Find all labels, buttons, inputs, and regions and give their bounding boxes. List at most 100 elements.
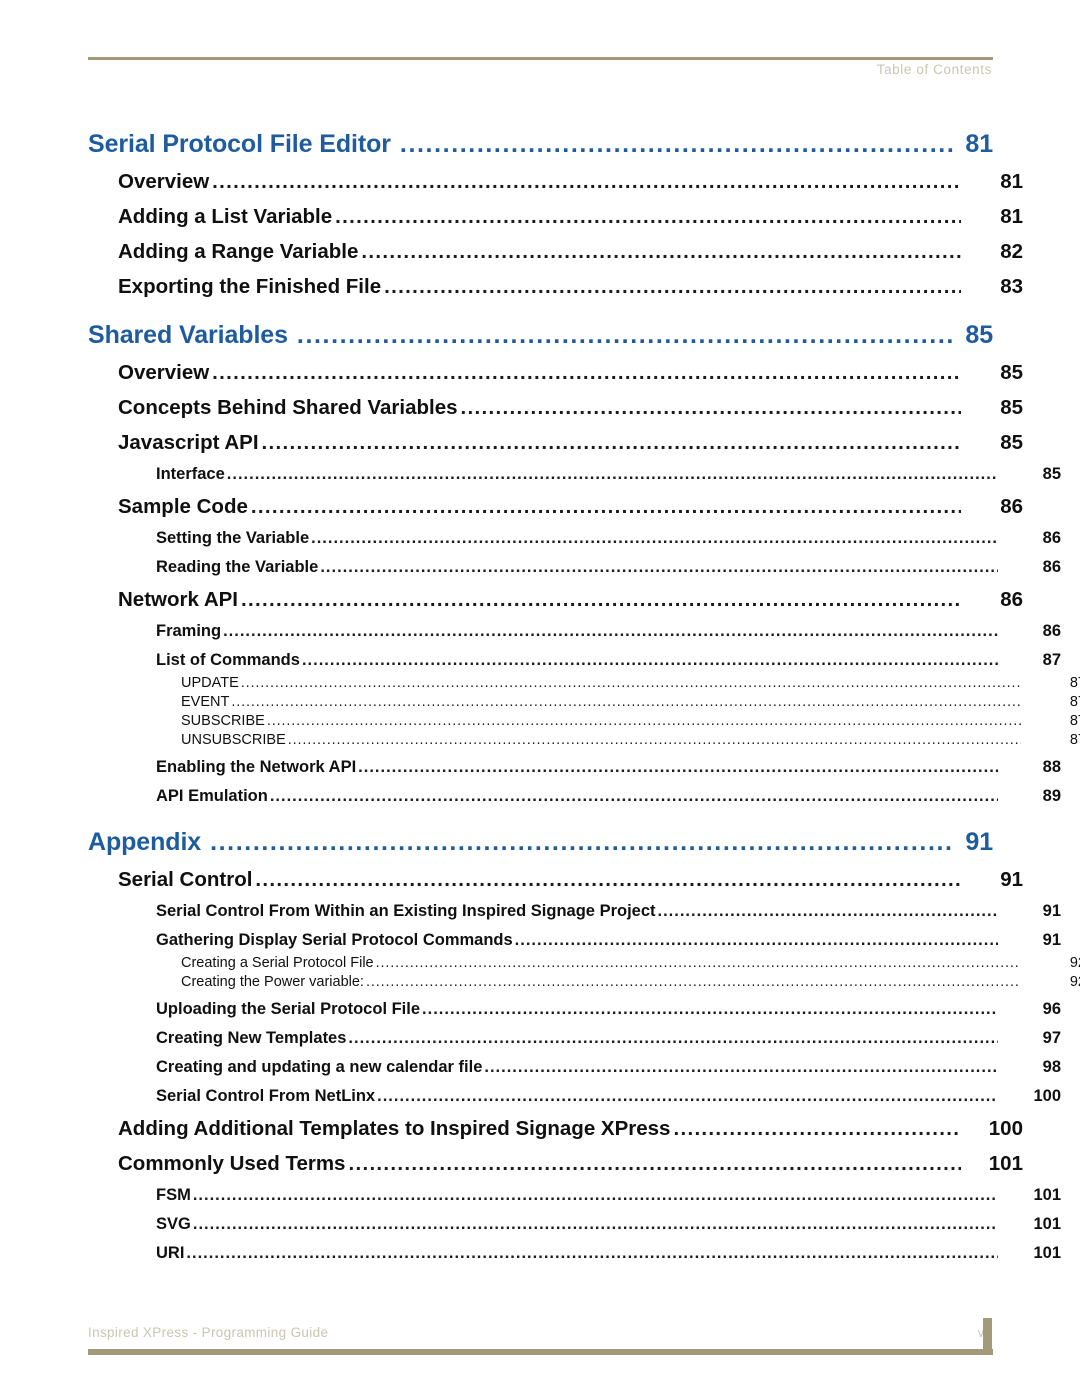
toc-entry[interactable]: Creating New Templates 97 [156, 1029, 1061, 1048]
toc-entry[interactable]: Interface 85 [156, 465, 1061, 484]
toc-entry-page-number: 85 [1000, 431, 1023, 454]
toc-entry[interactable]: API Emulation 89 [156, 787, 1061, 806]
toc-leader-dots [227, 465, 998, 484]
toc-leader-dots [348, 1152, 961, 1176]
footer-document-title: Inspired XPress - Programming Guide [88, 1325, 329, 1340]
toc-entry-page-number: 81 [1000, 205, 1023, 228]
toc-entry-title: URI [156, 1244, 185, 1262]
toc-entry[interactable]: Reading the Variable 86 [156, 558, 1061, 577]
toc-entry[interactable]: Gathering Display Serial Protocol Comman… [156, 931, 1061, 950]
toc-entry-title: Serial Control From Within an Existing I… [156, 902, 656, 920]
toc-entry[interactable]: Commonly Used Terms 101 [118, 1152, 1023, 1176]
toc-leader-dots [484, 1058, 998, 1077]
toc-entry-page-number: 92 [1069, 974, 1080, 990]
toc-entry[interactable]: Sample Code 86 [118, 495, 1023, 519]
toc-entry[interactable]: Creating a Serial Protocol File 92 [181, 955, 1080, 971]
toc-entry-page-number: 91 [1042, 902, 1061, 920]
toc-entry[interactable]: List of Commands 87 [156, 651, 1061, 670]
toc-entry[interactable]: Network API 86 [118, 588, 1023, 612]
toc-entry-page-number: 91 [965, 828, 993, 856]
toc-leader-dots [335, 205, 961, 229]
toc-leader-dots [270, 787, 998, 806]
toc-entry[interactable]: Shared Variables 85 [88, 321, 993, 350]
toc-leader-dots [241, 675, 1021, 691]
toc-leader-dots [673, 1117, 961, 1141]
toc-entry[interactable]: Uploading the Serial Protocol File 96 [156, 1000, 1061, 1019]
toc-entry[interactable]: Serial Protocol File Editor 81 [88, 130, 993, 159]
toc-entry[interactable]: EVENT 87 [181, 694, 1080, 710]
toc-entry-page-number: 86 [1000, 495, 1023, 518]
toc-entry[interactable]: Framing 86 [156, 622, 1061, 641]
toc-entry-title: UPDATE [181, 675, 239, 691]
toc-leader-dots [348, 1029, 998, 1048]
header-rule [88, 57, 993, 60]
toc-entry-page-number: 86 [1042, 558, 1061, 576]
toc-leader-dots [262, 431, 961, 455]
toc-entry[interactable]: Enabling the Network API 88 [156, 758, 1061, 777]
toc-entry-title: Sample Code [118, 495, 248, 518]
toc-entry-page-number: 98 [1042, 1058, 1061, 1076]
toc-entry-title: Uploading the Serial Protocol File [156, 1000, 421, 1018]
toc-leader-dots [210, 828, 953, 857]
toc-leader-dots [212, 361, 961, 385]
toc-entry-title: Exporting the Finished File [118, 275, 382, 298]
toc-entry-page-number: 87 [1069, 694, 1080, 710]
toc-leader-dots [297, 321, 953, 350]
toc-entry-title: EVENT [181, 694, 230, 710]
toc-leader-dots [658, 902, 998, 921]
toc-entry[interactable]: Concepts Behind Shared Variables 85 [118, 396, 1023, 420]
toc-entry-title: Gathering Display Serial Protocol Comman… [156, 931, 513, 949]
toc-entry-title: Reading the Variable [156, 558, 319, 576]
toc-entry-page-number: 101 [1033, 1244, 1061, 1262]
toc-entry-page-number: 96 [1042, 1000, 1061, 1018]
toc-entry[interactable]: Javascript API 85 [118, 431, 1023, 455]
toc-entry-page-number: 87 [1069, 675, 1080, 691]
toc-leader-dots [320, 558, 998, 577]
toc-entry[interactable]: Overview 81 [118, 170, 1023, 194]
toc-entry-page-number: 87 [1042, 651, 1061, 669]
toc-entry-page-number: 87 [1069, 713, 1080, 729]
toc-entry-title: Adding a Range Variable [118, 240, 359, 263]
toc-entry[interactable]: SVG 101 [156, 1215, 1061, 1234]
toc-entry[interactable]: UPDATE 87 [181, 675, 1080, 691]
toc-entry-title: Adding Additional Templates to Inspired … [118, 1117, 671, 1140]
toc-leader-dots [311, 529, 998, 548]
toc-entry-page-number: 83 [1000, 275, 1023, 298]
footer-edge-tab [983, 1318, 992, 1355]
toc-leader-dots [422, 1000, 998, 1019]
toc-entry-page-number: 81 [1000, 170, 1023, 193]
toc-entry[interactable]: Serial Control 91 [118, 868, 1023, 892]
toc-entry-title: Concepts Behind Shared Variables [118, 396, 458, 419]
toc-entry-page-number: 81 [965, 130, 993, 158]
toc-entry-title: FSM [156, 1186, 191, 1204]
toc-entry-page-number: 101 [1033, 1186, 1061, 1204]
toc-entry-title: Network API [118, 588, 238, 611]
toc-entry[interactable]: Setting the Variable 86 [156, 529, 1061, 548]
toc-entry[interactable]: Serial Control From Within an Existing I… [156, 902, 1061, 921]
toc-entry[interactable]: Adding a Range Variable 82 [118, 240, 1023, 264]
toc-entry[interactable]: URI 101 [156, 1244, 1061, 1263]
toc-entry[interactable]: Creating and updating a new calendar fil… [156, 1058, 1061, 1077]
toc-entry-title: Serial Control [118, 868, 253, 891]
table-of-contents: Serial Protocol File Editor81Overview81A… [88, 108, 1080, 1263]
toc-leader-dots [193, 1215, 998, 1234]
toc-entry-title: Overview [118, 361, 210, 384]
toc-entry[interactable]: Appendix 91 [88, 828, 993, 857]
toc-entry[interactable]: FSM 101 [156, 1186, 1061, 1205]
toc-entry[interactable]: Overview 85 [118, 361, 1023, 385]
toc-leader-dots [251, 495, 961, 519]
toc-entry[interactable]: Serial Control From NetLinx 100 [156, 1087, 1061, 1106]
toc-leader-dots [186, 1244, 998, 1263]
toc-entry[interactable]: UNSUBSCRIBE 87 [181, 732, 1080, 748]
toc-entry[interactable]: Exporting the Finished File 83 [118, 275, 1023, 299]
toc-entry[interactable]: Adding a List Variable 81 [118, 205, 1023, 229]
toc-leader-dots [288, 732, 1021, 748]
toc-entry[interactable]: Adding Additional Templates to Inspired … [118, 1117, 1023, 1141]
toc-entry-page-number: 91 [1000, 868, 1023, 891]
toc-entry-page-number: 101 [988, 1152, 1023, 1175]
toc-entry-title: Serial Protocol File Editor [88, 130, 391, 158]
toc-entry[interactable]: Creating the Power variable: 92 [181, 974, 1080, 990]
toc-leader-dots [461, 396, 962, 420]
toc-entry[interactable]: SUBSCRIBE 87 [181, 713, 1080, 729]
toc-entry-title: Overview [118, 170, 210, 193]
